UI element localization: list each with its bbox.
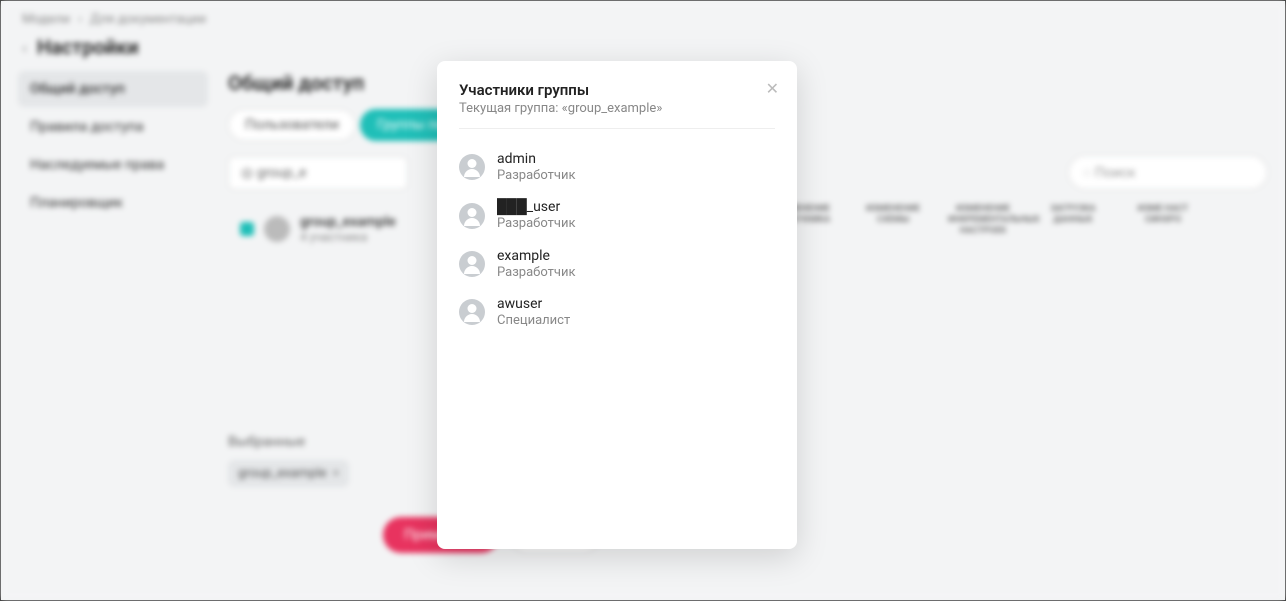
group-row[interactable]: group_example 4 участника — [228, 204, 408, 254]
group-name: group_example — [300, 214, 396, 230]
close-icon[interactable]: ✕ — [766, 79, 779, 98]
sidebar-item-label: Правила доступа — [30, 119, 144, 135]
group-filter-input[interactable]: ◎ group_e — [228, 156, 408, 190]
breadcrumb-separator: › — [78, 12, 82, 27]
breadcrumb: Модели › Для документации — [2, 2, 1284, 31]
group-avatar-icon — [264, 216, 290, 242]
modal-title: Участники группы — [459, 81, 775, 99]
list-item[interactable]: admin Разработчик — [459, 143, 775, 191]
member-name: ███_user — [497, 199, 576, 216]
sidebar: Общий доступ Правила доступа Наследуемые… — [18, 71, 208, 553]
list-item[interactable]: ███_user Разработчик — [459, 191, 775, 239]
th: ИЗМЕНЕНИЕ ИНКРЕМЕНТАЛЬНЫХ НАСТРОЕК — [948, 204, 1018, 236]
selected-chip[interactable]: group_example × — [228, 460, 349, 487]
search-input[interactable]: ◌ Поиск — [1068, 155, 1268, 190]
sidebar-item-rules[interactable]: Правила доступа — [18, 109, 208, 145]
group-members-modal: ✕ Участники группы Текущая группа: «grou… — [437, 61, 797, 549]
sidebar-item-label: Наследуемые права — [30, 157, 164, 173]
sidebar-item-label: Планировщик — [30, 195, 123, 211]
list-item[interactable]: example Разработчик — [459, 240, 775, 288]
sidebar-item-label: Общий доступ — [30, 81, 125, 97]
tab-users[interactable]: Пользователи — [228, 109, 356, 141]
sidebar-item-inherited[interactable]: Наследуемые права — [18, 147, 208, 183]
group-subtitle: 4 участника — [300, 230, 396, 244]
tab-label: Пользователи — [245, 117, 339, 133]
page-title: Настройки — [37, 35, 139, 59]
chip-remove-icon[interactable]: × — [333, 466, 340, 481]
avatar-icon — [459, 154, 485, 180]
member-name: admin — [497, 151, 576, 168]
avatar-icon — [459, 251, 485, 277]
list-item[interactable]: awuser Специалист — [459, 288, 775, 336]
member-role: Специалист — [497, 313, 570, 329]
member-name: awuser — [497, 296, 570, 313]
member-role: Разработчик — [497, 168, 576, 184]
checkbox-icon[interactable] — [240, 222, 254, 236]
breadcrumb-item[interactable]: Для документации — [90, 12, 206, 27]
chip-label: group_example — [238, 466, 327, 481]
th: ИЗМЕ НАСТ СИНХРО — [1128, 204, 1198, 236]
avatar-icon — [459, 299, 485, 325]
modal-subtitle: Текущая группа: «group_example» — [459, 101, 775, 129]
member-list: admin Разработчик ███_user Разработчик e… — [459, 143, 775, 337]
sidebar-item-access[interactable]: Общий доступ — [18, 71, 208, 107]
sidebar-item-scheduler[interactable]: Планировщик — [18, 185, 208, 221]
member-role: Разработчик — [497, 265, 576, 281]
th: ИЗМЕНЕНИЕ СХЕМЫ — [858, 204, 928, 236]
avatar-icon — [459, 203, 485, 229]
back-chevron-icon[interactable]: ‹ — [22, 38, 27, 57]
member-name: example — [497, 248, 576, 265]
breadcrumb-item[interactable]: Модели — [22, 12, 70, 27]
filter-value: group_e — [257, 165, 307, 181]
member-role: Разработчик — [497, 216, 576, 232]
search-placeholder: Поиск — [1095, 165, 1136, 181]
th: ЗАГРУЗКА ДАННЫХ — [1038, 204, 1108, 236]
